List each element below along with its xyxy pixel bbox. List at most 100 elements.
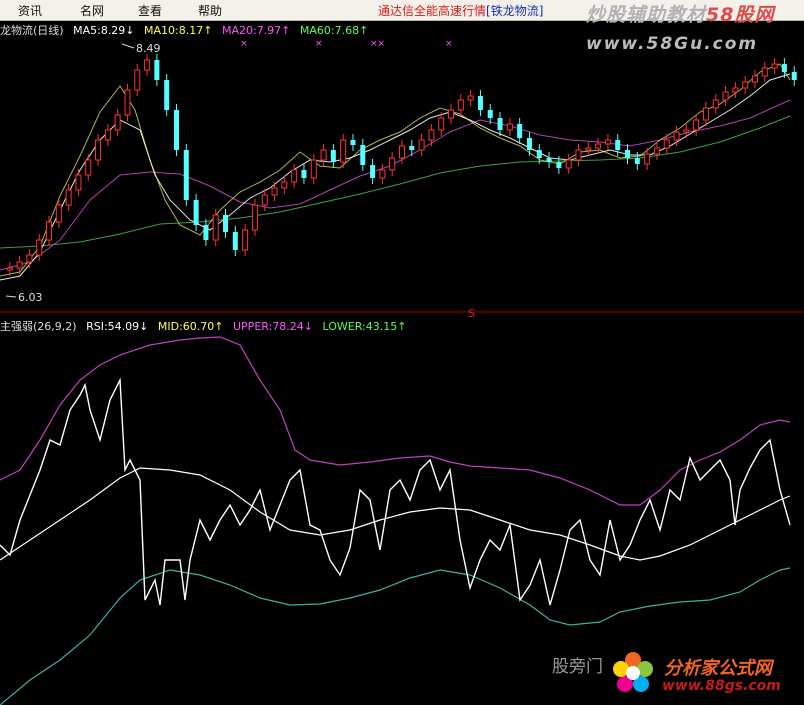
candle-body: [232, 232, 238, 250]
logo-text-left: 股旁门: [552, 657, 603, 677]
candle-body: [625, 150, 631, 158]
candle-body: [271, 187, 278, 196]
svg-text:×: ×: [315, 39, 323, 49]
candle-body: [526, 138, 532, 150]
candle-body: [114, 114, 121, 131]
candle-body: [644, 153, 651, 165]
candle-body: [36, 239, 43, 256]
candle-body: [546, 158, 552, 162]
candle-body: [732, 87, 739, 93]
candle-body: [124, 89, 131, 116]
candle-body: [487, 110, 493, 118]
candle-body: [26, 254, 33, 263]
candle-body: [350, 140, 356, 145]
svg-text:××: ××: [370, 39, 385, 49]
candle-body: [448, 109, 455, 119]
ma10-line: [0, 73, 791, 281]
candle-body: [683, 129, 690, 133]
candle-body: [702, 107, 709, 121]
candle-body: [712, 99, 719, 109]
candle-body: [212, 214, 219, 241]
candle-body: [389, 157, 396, 171]
site-logo: 股旁门 分析家公式网 www.88gs.com: [552, 648, 804, 705]
candle-body: [164, 80, 170, 110]
candle-body: [457, 99, 464, 111]
price-high-pointer: [121, 43, 135, 49]
kline-chart[interactable]: S 8.49 6.03 × × ×× ×: [0, 0, 804, 705]
candle-body: [585, 147, 592, 151]
candle-body: [291, 169, 298, 183]
candle-body: [173, 110, 179, 150]
ma60-line: [0, 115, 791, 249]
candle-body: [742, 81, 749, 89]
candle-body: [761, 67, 768, 77]
candle-body: [65, 189, 72, 206]
candle-body: [310, 159, 317, 179]
candle-body: [693, 119, 700, 131]
candle-body: [16, 261, 23, 269]
candle-body: [6, 267, 13, 271]
logo-text-main: 分析家公式网: [664, 658, 772, 679]
candle-body: [771, 63, 778, 69]
candle-body: [506, 123, 513, 131]
price-low-label: 6.03: [18, 291, 43, 304]
candle-body: [203, 225, 209, 240]
logo-text-url: www.88gs.com: [662, 678, 781, 694]
candle-body: [370, 165, 376, 178]
candle-body: [154, 60, 160, 80]
candle-body: [95, 139, 102, 161]
candle-body: [663, 139, 670, 149]
candle-body: [565, 159, 572, 169]
candle-body: [517, 124, 523, 138]
candle-body: [536, 150, 542, 158]
price-low-pointer: [5, 295, 17, 298]
price-high-label: 8.49: [136, 42, 161, 55]
candle-body: [223, 215, 229, 232]
candle-body: [134, 69, 141, 91]
candle-body: [653, 147, 660, 155]
candle-body: [604, 139, 611, 145]
candle-body: [418, 139, 425, 151]
candle-body: [556, 162, 562, 168]
candle-body: [595, 143, 602, 149]
candle-body: [340, 139, 347, 163]
candle-body: [379, 169, 386, 179]
candle-body: [85, 159, 92, 176]
svg-text:×: ×: [240, 39, 248, 49]
candle-body: [104, 129, 111, 141]
mid-line: [0, 467, 791, 561]
candle-body: [360, 145, 366, 165]
moving-average-lines: [0, 63, 791, 281]
svg-text:×: ×: [445, 39, 453, 49]
candle-body: [75, 174, 82, 191]
signal-markers: × × ×× ×: [240, 39, 453, 49]
candle-body: [428, 129, 435, 141]
candle-body: [242, 229, 249, 251]
flower-logo-icon: [613, 652, 653, 692]
candle-body: [301, 170, 307, 178]
candle-body: [497, 118, 503, 130]
candle-body: [409, 146, 415, 150]
candle-body: [722, 91, 729, 101]
candle-body: [144, 59, 151, 71]
candle-body: [281, 181, 288, 189]
candle-body: [438, 117, 445, 131]
candle-body: [193, 200, 199, 225]
candle-body: [791, 72, 797, 80]
candle-body: [673, 131, 680, 141]
candle-body: [261, 194, 268, 206]
candle-body: [615, 140, 621, 150]
divider-marker: S: [468, 307, 475, 320]
candle-body: [634, 158, 640, 164]
candle-body: [183, 150, 189, 200]
candle-body: [330, 150, 336, 162]
rsi-line: [0, 377, 791, 606]
candlesticks: [6, 54, 797, 276]
candle-body: [399, 145, 405, 159]
candle-body: [751, 75, 758, 83]
candle-body: [320, 149, 327, 161]
candle-body: [251, 204, 258, 231]
candle-body: [467, 95, 474, 101]
candle-body: [477, 96, 483, 110]
candle-body: [55, 204, 62, 223]
